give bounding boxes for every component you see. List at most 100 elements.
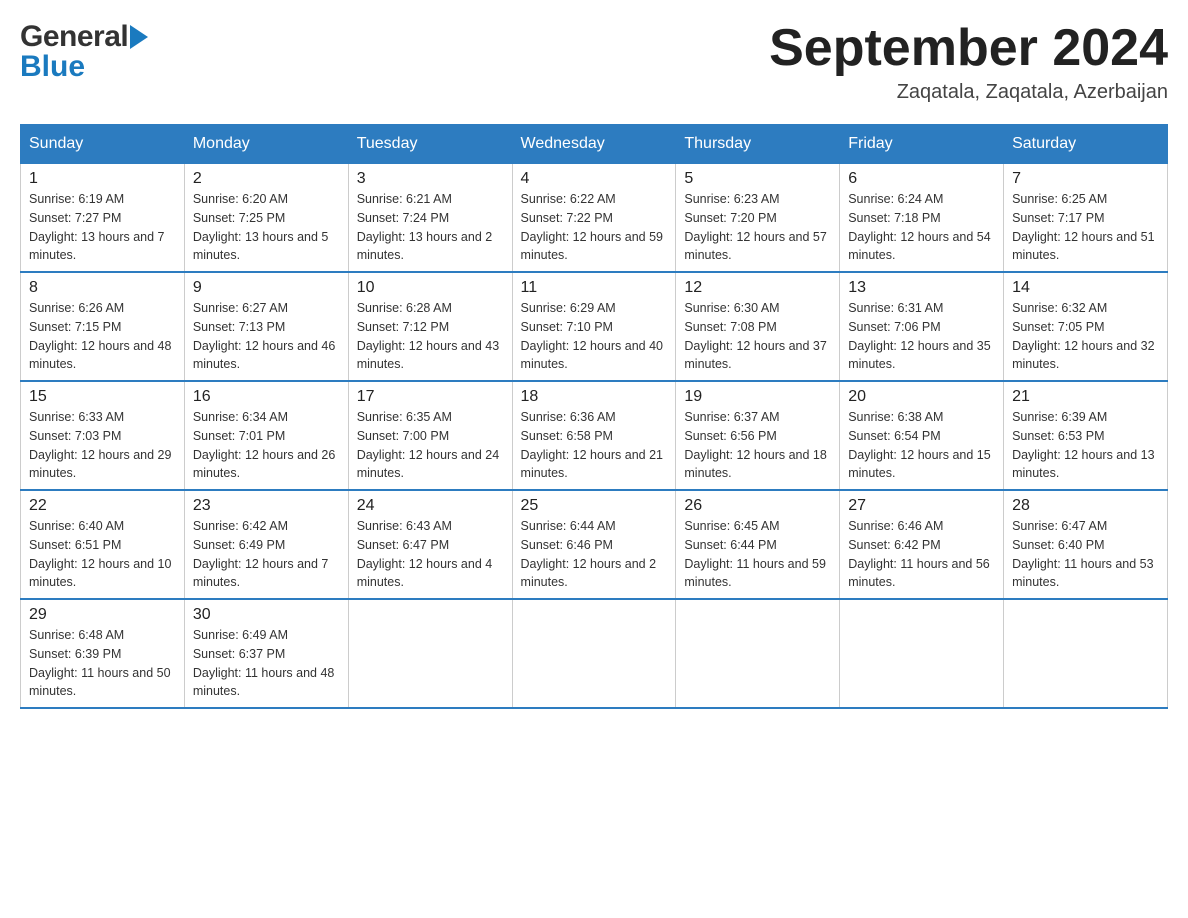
day-info: Sunrise: 6:47 AMSunset: 6:40 PMDaylight:… <box>1012 517 1159 592</box>
day-info: Sunrise: 6:33 AMSunset: 7:03 PMDaylight:… <box>29 408 176 483</box>
table-row: 11 Sunrise: 6:29 AMSunset: 7:10 PMDayligh… <box>512 272 676 381</box>
day-number: 25 <box>521 497 668 515</box>
table-row <box>840 599 1004 708</box>
day-number: 4 <box>521 170 668 188</box>
day-number: 29 <box>29 606 176 624</box>
day-number: 21 <box>1012 388 1159 406</box>
day-info: Sunrise: 6:32 AMSunset: 7:05 PMDaylight:… <box>1012 299 1159 374</box>
table-row: 15 Sunrise: 6:33 AMSunset: 7:03 PMDayligh… <box>21 381 185 490</box>
day-info: Sunrise: 6:43 AMSunset: 6:47 PMDaylight:… <box>357 517 504 592</box>
day-number: 22 <box>29 497 176 515</box>
col-friday: Friday <box>840 125 1004 164</box>
week-row-4: 22 Sunrise: 6:40 AMSunset: 6:51 PMDayligh… <box>21 490 1168 599</box>
day-info: Sunrise: 6:27 AMSunset: 7:13 PMDaylight:… <box>193 299 340 374</box>
day-number: 24 <box>357 497 504 515</box>
logo-triangle-icon <box>130 25 148 49</box>
table-row: 25 Sunrise: 6:44 AMSunset: 6:46 PMDayligh… <box>512 490 676 599</box>
day-number: 6 <box>848 170 995 188</box>
day-info: Sunrise: 6:48 AMSunset: 6:39 PMDaylight:… <box>29 626 176 701</box>
day-number: 1 <box>29 170 176 188</box>
day-info: Sunrise: 6:20 AMSunset: 7:25 PMDaylight:… <box>193 190 340 265</box>
day-number: 16 <box>193 388 340 406</box>
table-row: 23 Sunrise: 6:42 AMSunset: 6:49 PMDayligh… <box>184 490 348 599</box>
day-number: 11 <box>521 279 668 297</box>
day-info: Sunrise: 6:37 AMSunset: 6:56 PMDaylight:… <box>684 408 831 483</box>
table-row: 5Sunrise: 6:23 AMSunset: 7:20 PMDaylight… <box>676 164 840 273</box>
day-number: 14 <box>1012 279 1159 297</box>
day-number: 18 <box>521 388 668 406</box>
col-monday: Monday <box>184 125 348 164</box>
week-row-2: 8 Sunrise: 6:26 AMSunset: 7:15 PMDaylight… <box>21 272 1168 381</box>
week-row-5: 29 Sunrise: 6:48 AMSunset: 6:39 PMDayligh… <box>21 599 1168 708</box>
table-row: 12 Sunrise: 6:30 AMSunset: 7:08 PMDayligh… <box>676 272 840 381</box>
day-info: Sunrise: 6:39 AMSunset: 6:53 PMDaylight:… <box>1012 408 1159 483</box>
table-row: 30Sunrise: 6:49 AMSunset: 6:37 PMDayligh… <box>184 599 348 708</box>
day-number: 5 <box>684 170 831 188</box>
table-row: 28 Sunrise: 6:47 AMSunset: 6:40 PMDayligh… <box>1004 490 1168 599</box>
day-info: Sunrise: 6:22 AMSunset: 7:22 PMDaylight:… <box>521 190 668 265</box>
day-info: Sunrise: 6:36 AMSunset: 6:58 PMDaylight:… <box>521 408 668 483</box>
day-info: Sunrise: 6:28 AMSunset: 7:12 PMDaylight:… <box>357 299 504 374</box>
table-row: 7Sunrise: 6:25 AMSunset: 7:17 PMDaylight… <box>1004 164 1168 273</box>
title-area: September 2024 Zaqatala, Zaqatala, Azerb… <box>769 20 1168 104</box>
day-number: 19 <box>684 388 831 406</box>
table-row: 4 Sunrise: 6:22 AMSunset: 7:22 PMDaylight… <box>512 164 676 273</box>
day-info: Sunrise: 6:38 AMSunset: 6:54 PMDaylight:… <box>848 408 995 483</box>
table-row: 22 Sunrise: 6:40 AMSunset: 6:51 PMDayligh… <box>21 490 185 599</box>
day-number: 10 <box>357 279 504 297</box>
day-number: 28 <box>1012 497 1159 515</box>
day-info: Sunrise: 6:25 AMSunset: 7:17 PMDaylight:… <box>1012 190 1159 265</box>
table-row: 16 Sunrise: 6:34 AMSunset: 7:01 PMDayligh… <box>184 381 348 490</box>
day-number: 12 <box>684 279 831 297</box>
table-row: 24 Sunrise: 6:43 AMSunset: 6:47 PMDayligh… <box>348 490 512 599</box>
day-number: 20 <box>848 388 995 406</box>
day-info: Sunrise: 6:29 AMSunset: 7:10 PMDaylight:… <box>521 299 668 374</box>
col-saturday: Saturday <box>1004 125 1168 164</box>
table-row: 8 Sunrise: 6:26 AMSunset: 7:15 PMDaylight… <box>21 272 185 381</box>
day-number: 2 <box>193 170 340 188</box>
day-number: 3 <box>357 170 504 188</box>
table-row: 14 Sunrise: 6:32 AMSunset: 7:05 PMDayligh… <box>1004 272 1168 381</box>
day-number: 8 <box>29 279 176 297</box>
day-number: 26 <box>684 497 831 515</box>
day-info: Sunrise: 6:30 AMSunset: 7:08 PMDaylight:… <box>684 299 831 374</box>
day-number: 15 <box>29 388 176 406</box>
table-row: 17Sunrise: 6:35 AMSunset: 7:00 PMDayligh… <box>348 381 512 490</box>
day-info: Sunrise: 6:46 AMSunset: 6:42 PMDaylight:… <box>848 517 995 592</box>
table-row: 13 Sunrise: 6:31 AMSunset: 7:06 PMDayligh… <box>840 272 1004 381</box>
table-row: 2 Sunrise: 6:20 AMSunset: 7:25 PMDaylight… <box>184 164 348 273</box>
day-info: Sunrise: 6:42 AMSunset: 6:49 PMDaylight:… <box>193 517 340 592</box>
table-row: 6Sunrise: 6:24 AMSunset: 7:18 PMDaylight… <box>840 164 1004 273</box>
day-info: Sunrise: 6:21 AMSunset: 7:24 PMDaylight:… <box>357 190 504 265</box>
table-row <box>1004 599 1168 708</box>
day-number: 27 <box>848 497 995 515</box>
day-info: Sunrise: 6:40 AMSunset: 6:51 PMDaylight:… <box>29 517 176 592</box>
calendar-header-row: Sunday Monday Tuesday Wednesday Thursday… <box>21 125 1168 164</box>
table-row: 3 Sunrise: 6:21 AMSunset: 7:24 PMDaylight… <box>348 164 512 273</box>
day-info: Sunrise: 6:44 AMSunset: 6:46 PMDaylight:… <box>521 517 668 592</box>
table-row: 1 Sunrise: 6:19 AMSunset: 7:27 PMDaylight… <box>21 164 185 273</box>
day-info: Sunrise: 6:31 AMSunset: 7:06 PMDaylight:… <box>848 299 995 374</box>
day-number: 23 <box>193 497 340 515</box>
table-row: 10 Sunrise: 6:28 AMSunset: 7:12 PMDayligh… <box>348 272 512 381</box>
week-row-1: 1 Sunrise: 6:19 AMSunset: 7:27 PMDaylight… <box>21 164 1168 273</box>
col-wednesday: Wednesday <box>512 125 676 164</box>
logo-blue-text: Blue <box>20 50 85 84</box>
calendar-table: Sunday Monday Tuesday Wednesday Thursday… <box>20 124 1168 709</box>
col-thursday: Thursday <box>676 125 840 164</box>
table-row <box>512 599 676 708</box>
table-row <box>348 599 512 708</box>
day-info: Sunrise: 6:19 AMSunset: 7:27 PMDaylight:… <box>29 190 176 265</box>
day-number: 13 <box>848 279 995 297</box>
day-info: Sunrise: 6:34 AMSunset: 7:01 PMDaylight:… <box>193 408 340 483</box>
week-row-3: 15 Sunrise: 6:33 AMSunset: 7:03 PMDayligh… <box>21 381 1168 490</box>
table-row: 9Sunrise: 6:27 AMSunset: 7:13 PMDaylight… <box>184 272 348 381</box>
table-row: 21 Sunrise: 6:39 AMSunset: 6:53 PMDayligh… <box>1004 381 1168 490</box>
day-info: Sunrise: 6:49 AMSunset: 6:37 PMDaylight:… <box>193 626 340 701</box>
day-number: 17 <box>357 388 504 406</box>
col-tuesday: Tuesday <box>348 125 512 164</box>
table-row: 27 Sunrise: 6:46 AMSunset: 6:42 PMDayligh… <box>840 490 1004 599</box>
table-row: 18 Sunrise: 6:36 AMSunset: 6:58 PMDayligh… <box>512 381 676 490</box>
logo: General Blue <box>20 20 148 84</box>
day-info: Sunrise: 6:26 AMSunset: 7:15 PMDaylight:… <box>29 299 176 374</box>
